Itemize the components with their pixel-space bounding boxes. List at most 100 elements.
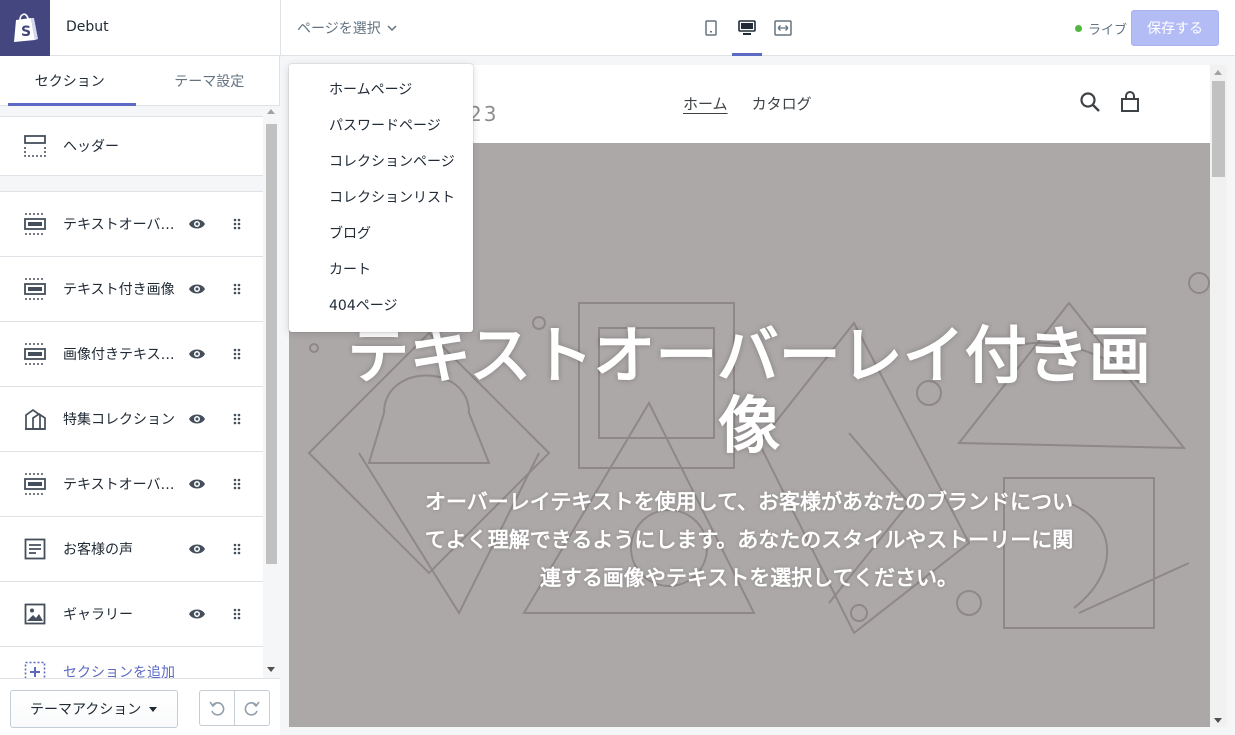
gallery-icon bbox=[23, 602, 47, 626]
caret-down-icon bbox=[149, 706, 158, 712]
menu-item-password-page[interactable]: パスワードページ bbox=[289, 107, 473, 143]
section-item-label: テキストオーバーレイ付き画像 bbox=[63, 477, 175, 493]
section-item-label: 特集コレクション bbox=[63, 412, 175, 428]
section-item[interactable]: テキストオーバーレイ付き画像 bbox=[0, 452, 263, 517]
nav-link-catalog[interactable]: カタログ bbox=[752, 93, 812, 114]
eye-icon[interactable] bbox=[188, 540, 206, 558]
eye-icon[interactable] bbox=[188, 345, 206, 363]
section-item[interactable]: テキストオーバーレイ付き画像 bbox=[0, 192, 263, 257]
shopify-logo[interactable]: S bbox=[0, 0, 50, 56]
hero-title: テキストオーバーレイ付き画像 bbox=[347, 319, 1151, 462]
scroll-down-arrow-icon[interactable] bbox=[267, 667, 275, 672]
section-icon bbox=[23, 342, 47, 366]
mobile-view-button[interactable] bbox=[698, 14, 724, 42]
section-item[interactable]: ギャラリー bbox=[0, 582, 263, 647]
menu-item-404-page[interactable]: 404ページ bbox=[289, 287, 473, 323]
desktop-view-button[interactable] bbox=[732, 14, 762, 56]
sidebar-scrollbar[interactable] bbox=[263, 106, 280, 678]
live-label: ライブ bbox=[1088, 23, 1128, 38]
store-nav: ホーム カタログ bbox=[683, 93, 812, 114]
drag-handle-icon[interactable] bbox=[232, 347, 242, 361]
drag-handle-icon[interactable] bbox=[232, 217, 242, 231]
scrollbar-thumb[interactable] bbox=[266, 124, 277, 564]
testimonial-icon bbox=[23, 537, 47, 561]
search-icon[interactable] bbox=[1079, 91, 1101, 113]
menu-item-collection-list[interactable]: コレクションリスト bbox=[289, 179, 473, 215]
eye-icon[interactable] bbox=[188, 475, 206, 493]
section-item-label: ヘッダー bbox=[63, 139, 119, 155]
sidebar: セクション テーマ設定 ヘッダー テキストオーバーレイ付き画像 bbox=[0, 56, 280, 735]
theme-actions-label: テーマアクション bbox=[30, 702, 142, 718]
menu-item-blog[interactable]: ブログ bbox=[289, 215, 473, 251]
add-section-label: セクションを追加 bbox=[63, 665, 175, 678]
shopify-bag-icon: S bbox=[14, 13, 38, 42]
redo-icon bbox=[244, 701, 260, 716]
page-select-dropdown[interactable]: ページを選択 bbox=[297, 18, 397, 38]
top-bar: S Debut ページを選択 ライブ 保存する bbox=[0, 0, 1235, 56]
mobile-icon bbox=[705, 20, 717, 36]
undo-redo-group bbox=[199, 690, 270, 726]
section-item-label: テキスト付き画像 bbox=[63, 282, 175, 298]
save-button[interactable]: 保存する bbox=[1131, 10, 1219, 46]
chevron-down-icon bbox=[387, 25, 397, 31]
section-item[interactable]: お客様の声 bbox=[0, 517, 263, 582]
live-status: ライブ bbox=[1075, 19, 1127, 38]
redo-button[interactable] bbox=[234, 691, 269, 725]
scroll-up-arrow-icon[interactable] bbox=[1214, 70, 1222, 75]
device-switcher bbox=[698, 14, 796, 56]
drag-handle-icon[interactable] bbox=[232, 477, 242, 491]
section-item[interactable]: 画像付きテキストオーバーレイ bbox=[0, 322, 263, 387]
eye-icon[interactable] bbox=[188, 605, 206, 623]
collection-icon bbox=[23, 407, 47, 431]
cart-icon[interactable] bbox=[1119, 91, 1141, 113]
drag-handle-icon[interactable] bbox=[232, 282, 242, 296]
preview-scrollbar[interactable] bbox=[1210, 65, 1227, 727]
section-item[interactable]: テキスト付き画像 bbox=[0, 257, 263, 322]
store-header-icons bbox=[1079, 91, 1141, 113]
section-item[interactable]: 特集コレクション bbox=[0, 387, 263, 452]
drag-handle-icon[interactable] bbox=[232, 542, 242, 556]
svg-text:S: S bbox=[21, 24, 31, 40]
drag-handle-icon[interactable] bbox=[232, 607, 242, 621]
add-section-button[interactable]: セクションを追加 bbox=[0, 647, 263, 678]
fullscreen-icon bbox=[774, 20, 792, 36]
scroll-up-arrow-icon[interactable] bbox=[267, 109, 275, 114]
menu-item-cart[interactable]: カート bbox=[289, 251, 473, 287]
sidebar-footer: テーマアクション bbox=[0, 678, 280, 735]
tab-sections[interactable]: セクション bbox=[0, 56, 140, 106]
topbar-divider bbox=[280, 0, 281, 56]
live-dot-icon bbox=[1075, 25, 1082, 32]
undo-icon bbox=[209, 701, 225, 716]
theme-actions-button[interactable]: テーマアクション bbox=[10, 690, 178, 728]
section-item-label: テキストオーバーレイ付き画像 bbox=[63, 217, 175, 233]
section-item-header[interactable]: ヘッダー bbox=[0, 116, 263, 176]
section-icon bbox=[23, 212, 47, 236]
hero-text: オーバーレイテキストを使用して、お客様があなたのブランドについてよく理解できるよ… bbox=[424, 490, 1074, 590]
scrollbar-thumb[interactable] bbox=[1212, 81, 1225, 177]
undo-button[interactable] bbox=[200, 691, 234, 725]
header-icon bbox=[23, 134, 47, 158]
section-item-label: ギャラリー bbox=[63, 607, 133, 623]
desktop-icon bbox=[738, 20, 756, 35]
theme-name: Debut bbox=[66, 19, 109, 35]
section-icon bbox=[23, 472, 47, 496]
add-section-icon bbox=[23, 660, 47, 678]
tab-theme-settings[interactable]: テーマ設定 bbox=[140, 56, 280, 105]
section-items: テキストオーバーレイ付き画像 テキスト付き画像 画像付きテキストオーバーレイ bbox=[0, 191, 263, 678]
eye-icon[interactable] bbox=[188, 215, 206, 233]
section-item-label: お客様の声 bbox=[63, 542, 133, 558]
section-list: ヘッダー テキストオーバーレイ付き画像 テキスト付き画像 bbox=[0, 106, 263, 678]
menu-item-home-page[interactable]: ホームページ bbox=[289, 71, 473, 107]
page-select-label: ページを選択 bbox=[297, 21, 381, 37]
page-select-menu: ホームページ パスワードページ コレクションページ コレクションリスト ブログ … bbox=[289, 64, 473, 332]
section-icon bbox=[23, 277, 47, 301]
drag-handle-icon[interactable] bbox=[232, 412, 242, 426]
fullscreen-view-button[interactable] bbox=[770, 14, 796, 42]
section-item-label: 画像付きテキストオーバーレイ bbox=[63, 347, 175, 363]
sidebar-tabs: セクション テーマ設定 bbox=[0, 56, 279, 106]
nav-link-home[interactable]: ホーム bbox=[683, 93, 728, 114]
eye-icon[interactable] bbox=[188, 410, 206, 428]
scroll-down-arrow-icon[interactable] bbox=[1214, 718, 1222, 723]
eye-icon[interactable] bbox=[188, 280, 206, 298]
menu-item-collection-page[interactable]: コレクションページ bbox=[289, 143, 473, 179]
